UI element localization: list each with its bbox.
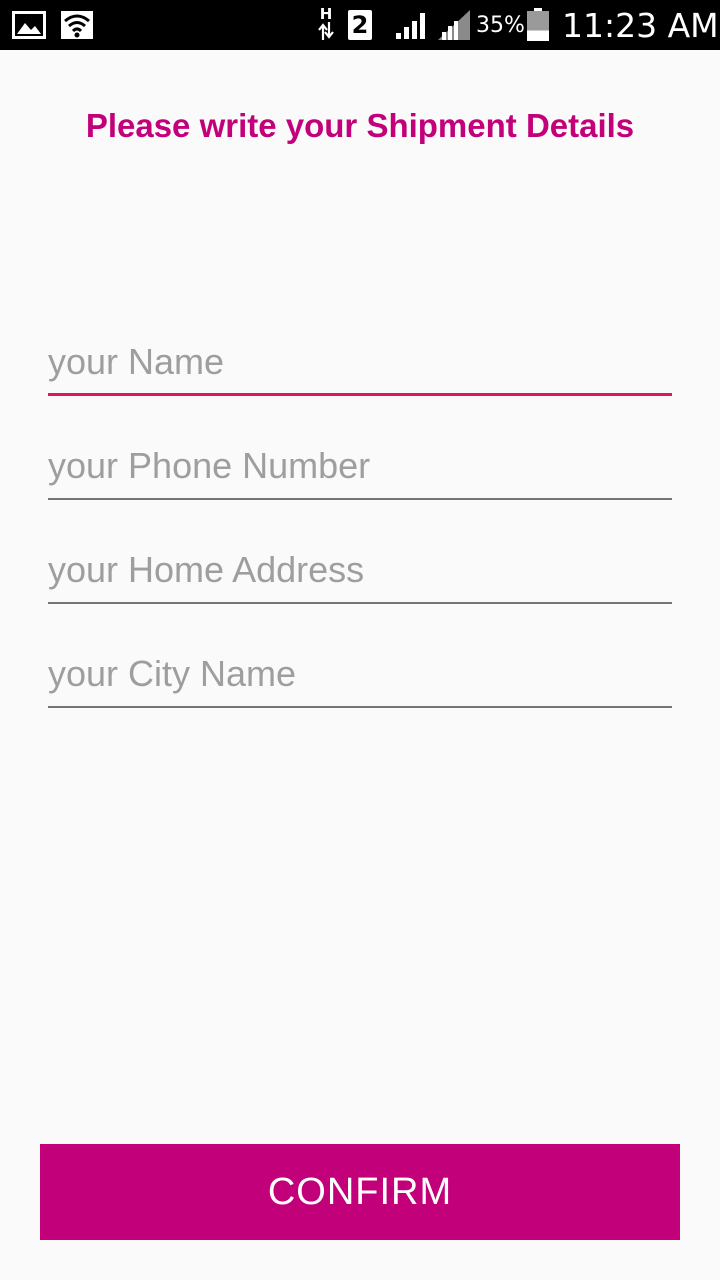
address-input[interactable] [48,544,672,604]
city-field-underline [48,706,672,708]
signal-icon [394,0,432,50]
battery-icon [526,0,550,50]
page-title: Please write your Shipment Details [85,107,635,144]
city-field[interactable] [48,648,672,708]
signal-icon [436,0,472,50]
name-input[interactable] [48,336,672,396]
clock: 11:23 AM [562,5,719,45]
gallery-icon [12,0,46,50]
wifi-icon [60,0,94,50]
status-bar: H 2 35% 11:23 AM [0,0,720,50]
phone-field-underline [48,498,672,500]
address-field[interactable] [48,544,672,604]
city-input[interactable] [48,648,672,708]
confirm-button[interactable]: CONFIRM [40,1144,680,1240]
address-field-underline [48,602,672,604]
phone-field[interactable] [48,440,672,500]
name-field[interactable] [48,336,672,396]
phone-input[interactable] [48,440,672,500]
battery-percent: 35% [476,12,525,38]
name-field-underline [48,393,672,396]
data-arrows-icon [318,20,334,42]
sim-slot-badge: 2 [348,10,372,40]
